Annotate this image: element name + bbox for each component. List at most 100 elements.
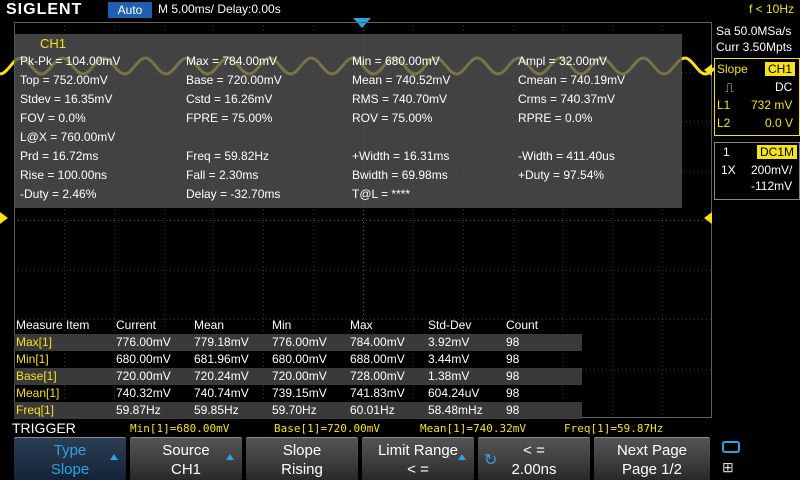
status-item: Min[1]=680.00mV xyxy=(130,422,230,435)
measurement-value: Max = 784.00mV xyxy=(186,54,278,68)
stats-column-header: Count xyxy=(506,318,539,332)
measurement-value: Fall = 2.30ms xyxy=(186,168,259,182)
stats-cell: 720.24mV xyxy=(194,369,249,383)
measurement-value: FPRE = 75.00% xyxy=(186,111,273,125)
measurement-value: FOV = 0.0% xyxy=(20,111,86,125)
stats-item-name: Max[1] xyxy=(16,335,53,349)
arrow-up-icon xyxy=(226,454,234,460)
stats-cell: 784.00mV xyxy=(350,335,405,349)
usb-storage-icon xyxy=(722,441,740,453)
measurement-value: +Width = 16.31ms xyxy=(352,149,450,163)
sample-rate: Sa 50.0MSa/s xyxy=(716,24,792,38)
stats-cell: 720.00mV xyxy=(116,369,171,383)
trigger-level-l1-marker-icon[interactable] xyxy=(704,64,712,76)
trigger-coupling: DC xyxy=(775,80,793,94)
stats-cell: 59.70Hz xyxy=(272,403,317,417)
measurement-channel-title: CH1 xyxy=(40,36,67,51)
level-l1-value: 732 mV xyxy=(751,98,793,112)
measurement-value: Pk-Pk = 104.00mV xyxy=(20,54,121,68)
menu-next-page-button[interactable]: Next Page Page 1/2 xyxy=(594,437,710,480)
menu-time-limit-button[interactable]: ↻ < = 2.00ns xyxy=(478,437,590,480)
stats-cell: 779.18mV xyxy=(194,335,249,349)
stats-cell: 98 xyxy=(506,386,520,400)
menu-time-limit-value: 2.00ns xyxy=(511,461,557,478)
measurement-value: L@X = 760.00mV xyxy=(20,130,116,144)
stats-cell: 776.00mV xyxy=(272,335,327,349)
measurement-value: Prd = 16.72ms xyxy=(20,149,99,163)
menu-slope-value: Rising xyxy=(281,461,323,478)
status-item: Base[1]=720.00mV xyxy=(274,422,380,435)
stats-cell: 3.92mV xyxy=(428,335,470,349)
status-item: Mean[1]=740.32mV xyxy=(420,422,526,435)
probe-ratio: 1X xyxy=(721,163,736,177)
stats-cell: 98 xyxy=(506,369,520,383)
level-l1-label: L1 xyxy=(717,98,731,112)
menu-slope-button[interactable]: Slope Rising xyxy=(246,437,358,480)
right-info-panel: Sa 50.0MSa/s Curr 3.50Mpts Slope CH1 ⎍ D… xyxy=(714,20,800,436)
stats-item-name: Base[1] xyxy=(16,369,57,383)
measurement-value: Cstd = 16.26mV xyxy=(186,92,273,106)
stats-column-header: Measure Item xyxy=(16,318,90,332)
stats-cell: 604.24uV xyxy=(428,386,480,400)
stats-column-header: Min xyxy=(272,318,292,332)
measurement-value: Cmean = 740.19mV xyxy=(518,73,626,87)
measurement-value: Crms = 740.37mV xyxy=(518,92,616,106)
rising-edge-icon: ⎍ xyxy=(725,80,735,95)
top-bar: SIGLENT Auto M 5.00ms/ Delay:0.00s f < 1… xyxy=(0,0,800,20)
measurement-value: Top = 752.00mV xyxy=(20,73,108,87)
ch1-settings-box[interactable]: 1 DC1M 1X 200mV/ -112mV xyxy=(714,142,800,200)
measurement-status-line: Min[1]=680.00mV Base[1]=720.00mV Mean[1]… xyxy=(14,420,714,436)
trigger-source-tag: CH1 xyxy=(765,62,796,76)
stats-cell: 3.44mV xyxy=(428,352,470,366)
stats-cell: 680.00mV xyxy=(272,352,327,366)
status-item: Freq[1]=59.87Hz xyxy=(564,422,664,435)
measurement-value: Freq = 59.82Hz xyxy=(186,149,270,163)
measurement-value: T@L = **** xyxy=(352,187,411,201)
menu-next-page-title: Next Page xyxy=(616,442,688,459)
stats-cell: 776.00mV xyxy=(116,335,171,349)
stats-cell: 98 xyxy=(506,352,520,366)
stats-cell: 59.85Hz xyxy=(194,403,239,417)
stats-cell: 740.32mV xyxy=(116,386,171,400)
stats-cell: 681.96mV xyxy=(194,352,249,366)
menu-type-value: Slope xyxy=(50,461,90,478)
stats-cell: 680.00mV xyxy=(116,352,171,366)
arrow-up-icon xyxy=(110,454,118,460)
stats-cell: 59.87Hz xyxy=(116,403,161,417)
menu-source-value: CH1 xyxy=(170,461,201,478)
volts-per-div: 200mV/ xyxy=(751,163,793,177)
measurement-value: -Duty = 2.46% xyxy=(20,187,97,201)
trigger-level-marker-icon[interactable] xyxy=(704,212,712,224)
stats-cell: 60.01Hz xyxy=(350,403,395,417)
stats-cell: 1.38mV xyxy=(428,369,470,383)
stats-cell: 58.48mHz xyxy=(428,403,483,417)
run-mode-badge[interactable]: Auto xyxy=(108,2,152,18)
measurement-value: Delay = -32.70ms xyxy=(186,187,281,201)
measurement-value: Mean = 740.52mV xyxy=(352,73,451,87)
stats-item-name: Freq[1] xyxy=(16,403,55,417)
stats-row: Min[1] 680.00mV 681.96mV 680.00mV 688.00mV 3.… xyxy=(14,351,582,368)
measurement-value: Ampl = 32.00mV xyxy=(518,54,608,68)
menu-source-button[interactable]: Source CH1 xyxy=(130,437,242,480)
trigger-frequency: f < 10Hz xyxy=(748,2,794,16)
measurement-value: Base = 720.00mV xyxy=(186,73,282,87)
menu-time-limit-title: < = xyxy=(523,442,545,459)
trigger-info-box[interactable]: Slope CH1 ⎍ DC L1 732 mV L2 0.0 V xyxy=(714,58,800,136)
stats-cell: 688.00mV xyxy=(350,352,405,366)
channel-coupling-tag: DC1M xyxy=(757,145,798,159)
stats-cell: 728.00mV xyxy=(350,369,405,383)
measurement-value: +Duty = 97.54% xyxy=(518,168,605,182)
stats-cell: 741.83mV xyxy=(350,386,405,400)
measurement-value: Min = 680.00mV xyxy=(352,54,440,68)
menu-type-button[interactable]: Type Slope xyxy=(14,437,126,480)
menu-limit-range-button[interactable]: Limit Range < = xyxy=(362,437,474,480)
stats-cell: 740.74mV xyxy=(194,386,249,400)
stats-cell: 739.15mV xyxy=(272,386,327,400)
measurement-value: Bwidth = 69.98ms xyxy=(352,168,448,182)
menu-next-page-value: Page 1/2 xyxy=(621,461,683,478)
measurement-value: RPRE = 0.0% xyxy=(518,111,593,125)
measurement-value: RMS = 740.70mV xyxy=(352,92,448,106)
stats-cell: 98 xyxy=(506,335,520,349)
ch1-offset-marker-icon[interactable] xyxy=(0,212,8,224)
trigger-type-label: Slope xyxy=(717,62,748,76)
